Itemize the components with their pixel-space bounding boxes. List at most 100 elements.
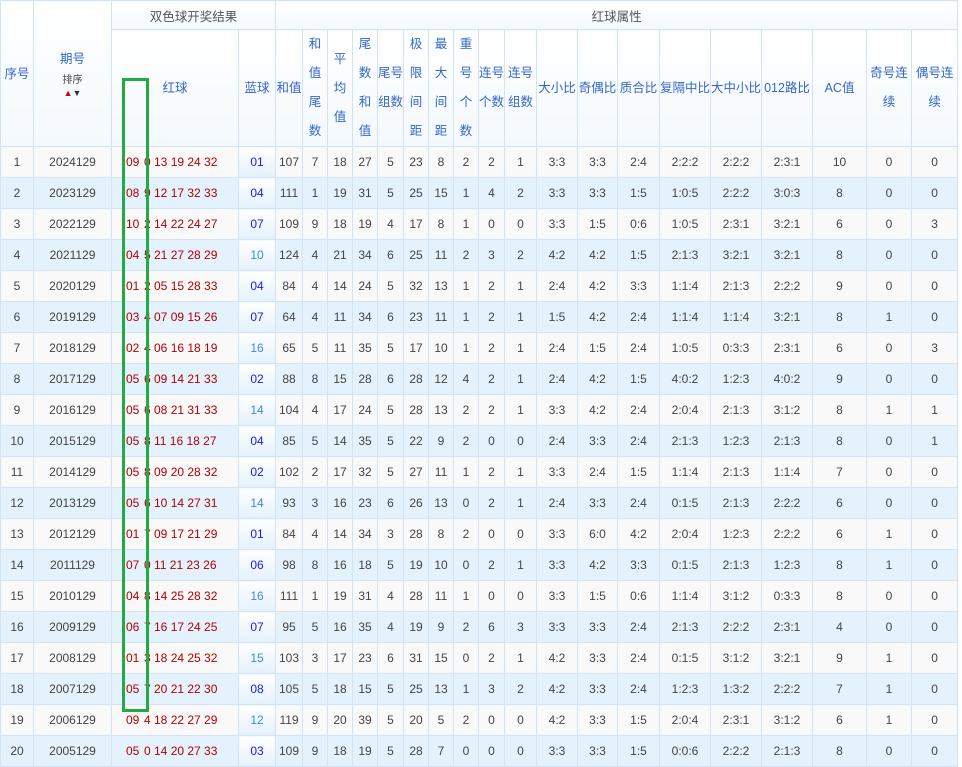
attr-cell: 5: [377, 549, 405, 581]
attr-cell: 0: [911, 456, 959, 488]
attr-cell: 16: [327, 549, 354, 581]
seq-cell: 2: [0, 177, 34, 209]
header-attr-column: AC值: [812, 29, 868, 147]
attr-cell: 2: [478, 363, 506, 395]
attr-cell: 1:0:5: [659, 332, 712, 364]
attr-cell: 4:2: [577, 549, 619, 581]
attr-cell: 0: [911, 487, 959, 519]
attr-cell: 3:3: [577, 177, 619, 209]
attr-cell: 5: [428, 704, 455, 736]
attr-cell: 102: [275, 456, 304, 488]
attr-cell: 1: [866, 301, 913, 333]
attr-cell: 17: [403, 208, 430, 240]
attr-cell: 1: [453, 301, 480, 333]
sort-control[interactable]: 排序 ▲▼: [35, 75, 111, 100]
attr-cell: 4:2: [577, 301, 619, 333]
attr-cell: 2: [478, 549, 506, 581]
attr-cell: 8: [428, 208, 455, 240]
attr-cell: 1:0:5: [659, 208, 712, 240]
attr-cell: 20: [327, 704, 354, 736]
attr-cell: 3:3: [536, 177, 579, 209]
seq-cell: 20: [0, 735, 34, 767]
seq-cell: 6: [0, 301, 34, 333]
red-balls-cell: 05 8 11 16 18 27: [111, 425, 239, 457]
attr-cell: 18: [327, 673, 354, 705]
attr-cell: 25: [403, 239, 430, 271]
attr-cell: 1: [866, 673, 913, 705]
header-attr-column: 和值: [275, 29, 304, 147]
attr-cell: 8: [812, 239, 868, 271]
seq-cell: 7: [0, 332, 34, 364]
attr-cell: 0: [453, 642, 480, 674]
table-row: 8 2017129 05 6 09 14 21 33 02 88 8 15 28 6 28 12 4 2 1…: [0, 363, 959, 395]
attr-cell: 2:1:3: [761, 735, 814, 767]
attr-cell: 2:4: [617, 487, 661, 519]
table-row: 16 2009129 06 7 16 17 24 25 07 95 5 16 35 4 19 9 2 6 3…: [0, 611, 959, 643]
period-cell: 2007129: [33, 673, 112, 705]
attr-cell: 35: [352, 611, 379, 643]
attr-cell: 2:4: [617, 332, 661, 364]
attr-cell: 6: [812, 208, 868, 240]
attr-cell: 2:4: [536, 270, 579, 302]
red-balls-cell: 09 4 18 22 27 29: [111, 704, 239, 736]
blue-ball-cell: 07: [237, 301, 277, 333]
attr-cell: 6: [478, 611, 506, 643]
attr-cell: 1: [453, 332, 480, 364]
attr-cell: 8: [812, 177, 868, 209]
sort-down-arrow-icon[interactable]: ▼: [73, 88, 82, 98]
period-cell: 2020129: [33, 270, 112, 302]
other-red-balls: 2 05 15 28 33: [144, 279, 218, 293]
attr-cell: 1: [866, 704, 913, 736]
attr-cell: 4:2: [536, 642, 579, 674]
attr-cell: 1:2:3: [710, 425, 763, 457]
attr-cell: 111: [275, 580, 304, 612]
first-red-ball: 09: [126, 713, 140, 727]
red-balls-cell: 08 9 12 17 32 33: [111, 177, 239, 209]
other-red-balls: 4 18 22 27 29: [144, 713, 218, 727]
attr-cell: 0:1:5: [659, 642, 712, 674]
seq-cell: 19: [0, 704, 34, 736]
attr-cell: 5: [377, 146, 405, 178]
attr-cell: 2:3:1: [761, 332, 814, 364]
attr-cell: 4: [377, 611, 405, 643]
attr-cell: 11: [428, 301, 455, 333]
attr-cell: 4: [302, 239, 329, 271]
attr-cell: 3: [911, 332, 959, 364]
attr-cell: 0:1:5: [659, 549, 712, 581]
blue-ball-cell: 14: [237, 394, 277, 426]
attr-cell: 0: [911, 673, 959, 705]
period-cell: 2009129: [33, 611, 112, 643]
attr-cell: 19: [327, 580, 354, 612]
attr-cell: 0: [453, 487, 480, 519]
attr-cell: 0: [911, 549, 959, 581]
attr-cell: 6: [377, 363, 405, 395]
attr-cell: 8: [812, 549, 868, 581]
attr-cell: 19: [327, 177, 354, 209]
sort-up-arrow-icon[interactable]: ▲: [64, 88, 73, 98]
attr-cell: 16: [327, 487, 354, 519]
attr-cell: 10: [812, 146, 868, 178]
table-row: 6 2019129 03 4 07 09 15 26 07 64 4 11 34 6 23 11 1 2 1…: [0, 301, 959, 333]
red-balls-cell: 05 0 14 20 27 33: [111, 735, 239, 767]
period-cell: 2006129: [33, 704, 112, 736]
first-red-ball: 05: [126, 682, 140, 696]
attr-cell: 0: [504, 208, 538, 240]
table-row: 2 2023129 08 9 12 17 32 33 04 111 1 19 31 5 25 15 1 4…: [0, 177, 959, 209]
attr-cell: 0: [911, 301, 959, 333]
attr-cell: 3:3: [536, 611, 579, 643]
attr-cell: 1:2:3: [761, 549, 814, 581]
period-cell: 2008129: [33, 642, 112, 674]
blue-ball-cell: 12: [237, 704, 277, 736]
attr-cell: 4: [302, 301, 329, 333]
header-red-ball: 红球: [111, 29, 239, 147]
attr-cell: 3:3: [536, 549, 579, 581]
attr-cell: 19: [352, 735, 379, 767]
table-row: 3 2022129 10 2 14 22 24 27 07 109 9 18 19 4 17 8 1 0 0…: [0, 208, 959, 240]
attr-cell: 98: [275, 549, 304, 581]
other-red-balls: 7 20 21 22 30: [144, 682, 218, 696]
attr-cell: 84: [275, 518, 304, 550]
attr-cell: 13: [428, 394, 455, 426]
attr-cell: 3:1:2: [761, 704, 814, 736]
attr-cell: 1: [302, 580, 329, 612]
period-cell: 2012129: [33, 518, 112, 550]
